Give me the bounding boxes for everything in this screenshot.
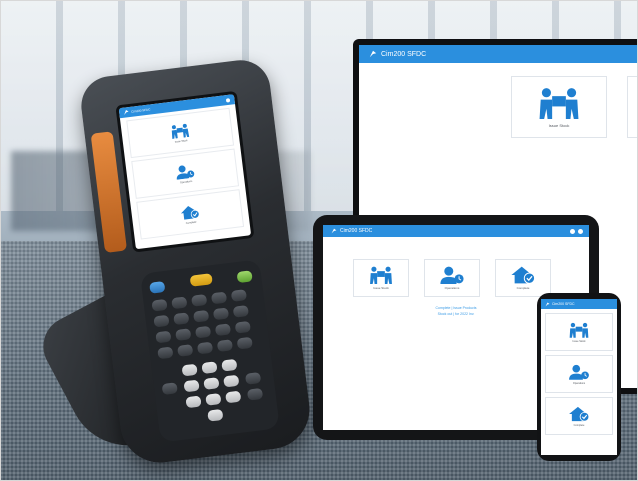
bird-logo-icon xyxy=(545,302,550,306)
key[interactable] xyxy=(225,390,242,404)
key[interactable] xyxy=(194,325,212,339)
tile-complete[interactable]: Complete xyxy=(495,259,551,297)
key[interactable] xyxy=(210,291,228,305)
user-clock-icon xyxy=(569,364,589,380)
scan-key[interactable] xyxy=(189,273,213,287)
key[interactable] xyxy=(196,341,214,355)
tile-issue-stock[interactable]: Issue Stock xyxy=(545,313,613,351)
key[interactable] xyxy=(149,281,166,294)
key[interactable] xyxy=(246,387,264,401)
help-icon[interactable] xyxy=(570,228,575,234)
people-carrying-box-icon xyxy=(569,322,589,338)
app-title: Cim200 SFDC xyxy=(381,50,427,58)
key[interactable] xyxy=(161,382,178,396)
key[interactable] xyxy=(171,296,188,310)
key[interactable] xyxy=(207,408,224,422)
key[interactable] xyxy=(214,323,232,337)
key[interactable] xyxy=(216,339,234,352)
key[interactable] xyxy=(232,305,249,318)
key[interactable] xyxy=(193,309,210,323)
key[interactable] xyxy=(230,289,248,302)
app-header: Cim200 SFDC xyxy=(359,45,637,63)
user-clock-icon xyxy=(440,266,464,284)
key[interactable] xyxy=(236,336,253,350)
app-title: Cim200 SFDC xyxy=(130,107,151,114)
tile-issue-stock[interactable]: Issue Stock xyxy=(353,259,409,297)
settings-icon[interactable] xyxy=(225,97,231,103)
house-check-icon xyxy=(511,266,536,284)
people-carrying-box-icon xyxy=(539,87,579,119)
key[interactable] xyxy=(191,294,208,307)
key[interactable] xyxy=(183,379,200,393)
tile-label: Issue Stock xyxy=(548,122,570,128)
key[interactable] xyxy=(177,344,194,357)
key[interactable] xyxy=(201,361,218,375)
tile-label: Operations xyxy=(179,179,193,184)
tile-issue-stock[interactable]: Issue Stock xyxy=(511,76,607,138)
key[interactable] xyxy=(234,320,251,334)
settings-icon[interactable] xyxy=(578,228,583,234)
key[interactable] xyxy=(212,307,230,321)
scanner-screen: Cim200 SFDC Issue Stock Operations Compl… xyxy=(115,90,255,253)
key[interactable] xyxy=(205,393,222,406)
people-carrying-box-icon xyxy=(171,123,190,139)
people-carrying-box-icon xyxy=(370,266,392,284)
key[interactable] xyxy=(185,395,202,409)
tile-complete[interactable]: Complete xyxy=(545,397,613,435)
key[interactable] xyxy=(244,372,262,385)
scanner-keypad xyxy=(140,259,280,443)
product-photo: Cim200 SFDC Issue Stock Operations Compl… xyxy=(0,0,638,481)
bird-logo-icon xyxy=(331,228,337,234)
tile-label: Issue Stock xyxy=(572,339,586,343)
app-header: Cim200 SFDC xyxy=(323,225,589,237)
key[interactable] xyxy=(175,328,192,341)
tile-label: Issue Stock xyxy=(373,286,389,290)
tile-label: Complete xyxy=(516,286,530,290)
key[interactable] xyxy=(181,363,198,377)
tile-label: Operations xyxy=(444,286,460,290)
handheld-scanner: Cim200 SFDC Issue Stock Operations Compl… xyxy=(32,56,315,468)
smartphone: Cim200 SFDC Issue Stock Operations Compl… xyxy=(537,293,621,461)
bird-logo-icon xyxy=(369,50,377,58)
house-check-icon xyxy=(180,205,200,220)
key[interactable] xyxy=(223,374,240,388)
tile-operations[interactable] xyxy=(627,76,637,138)
user-clock-icon xyxy=(176,165,195,180)
key[interactable] xyxy=(155,330,172,344)
tile-operations[interactable]: Operations xyxy=(545,355,613,393)
app-title: Cim200 SFDC xyxy=(552,302,575,306)
bird-logo-icon xyxy=(124,110,129,116)
tile-label: Complete xyxy=(573,423,585,427)
key[interactable] xyxy=(151,298,168,312)
app-header: Cim200 SFDC xyxy=(541,299,617,309)
tile-label: Issue Stock xyxy=(174,138,188,144)
tile-operations[interactable]: Operations xyxy=(424,259,480,297)
tile-label: Operations xyxy=(572,381,586,385)
key[interactable] xyxy=(153,314,170,328)
key[interactable] xyxy=(157,346,174,360)
key[interactable] xyxy=(203,377,220,390)
key[interactable] xyxy=(173,312,190,326)
key[interactable] xyxy=(221,358,238,372)
phone-screen: Cim200 SFDC Issue Stock Operations Compl… xyxy=(541,299,617,455)
app-title: Cim200 SFDC xyxy=(340,228,373,234)
key[interactable] xyxy=(236,270,253,284)
tile-label: Complete xyxy=(185,220,197,225)
house-check-icon xyxy=(569,406,590,422)
